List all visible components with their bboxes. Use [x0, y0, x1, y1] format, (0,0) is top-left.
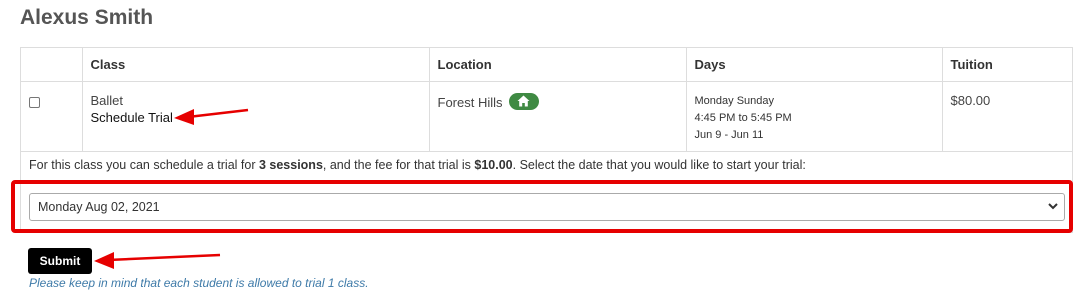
- home-icon: [517, 95, 530, 106]
- trial-text-part: . Select the date that you would like to…: [512, 158, 806, 172]
- trial-text-part: For this class you can schedule a trial …: [29, 158, 259, 172]
- class-dates: Jun 9 - Jun 11: [694, 128, 764, 141]
- class-time: 4:45 PM to 5:45 PM: [694, 111, 792, 124]
- select-cell: [21, 81, 83, 152]
- trial-fee: $10.00: [474, 158, 513, 172]
- class-column-header: Class: [82, 48, 430, 82]
- trial-info-text: For this class you can schedule a trial …: [29, 158, 806, 172]
- days-column-header: Days: [686, 48, 943, 82]
- location-cell: Forest Hills: [429, 81, 687, 152]
- trial-date-value: Monday Aug 02, 2021: [38, 200, 160, 214]
- trial-text-part: , and the fee for that trial is: [322, 158, 475, 172]
- trial-limit-note: Please keep in mind that each student is…: [29, 276, 369, 290]
- days-cell: Monday Sunday 4:45 PM to 5:45 PM Jun 9 -…: [686, 81, 943, 152]
- tuition-cell: $80.00: [942, 81, 1073, 152]
- location-name: Forest Hills: [437, 94, 503, 110]
- tuition-column-header: Tuition: [942, 48, 1073, 82]
- class-select-checkbox[interactable]: [29, 96, 40, 108]
- class-days: Monday Sunday: [694, 94, 775, 107]
- annotation-arrow-icon: [94, 252, 221, 269]
- chevron-down-icon: [1048, 203, 1058, 210]
- annotation-arrow-icon: [174, 108, 249, 125]
- select-column-header: [21, 48, 83, 82]
- student-name: Alexus Smith: [20, 6, 154, 29]
- classes-table: Class Location Days Tuition Ballet Sched…: [21, 48, 1073, 152]
- location-column-header: Location: [429, 48, 687, 82]
- home-location-badge: [509, 92, 540, 110]
- class-cell: Ballet Schedule Trial: [82, 81, 430, 152]
- table-header-row: Class Location Days Tuition: [21, 48, 1073, 82]
- trial-date-select[interactable]: Monday Aug 02, 2021: [29, 193, 1065, 221]
- class-name: Ballet: [90, 92, 124, 108]
- schedule-trial-link[interactable]: Schedule Trial: [91, 109, 421, 126]
- trial-sessions: 3 sessions: [258, 158, 323, 172]
- submit-button[interactable]: Submit: [28, 248, 92, 274]
